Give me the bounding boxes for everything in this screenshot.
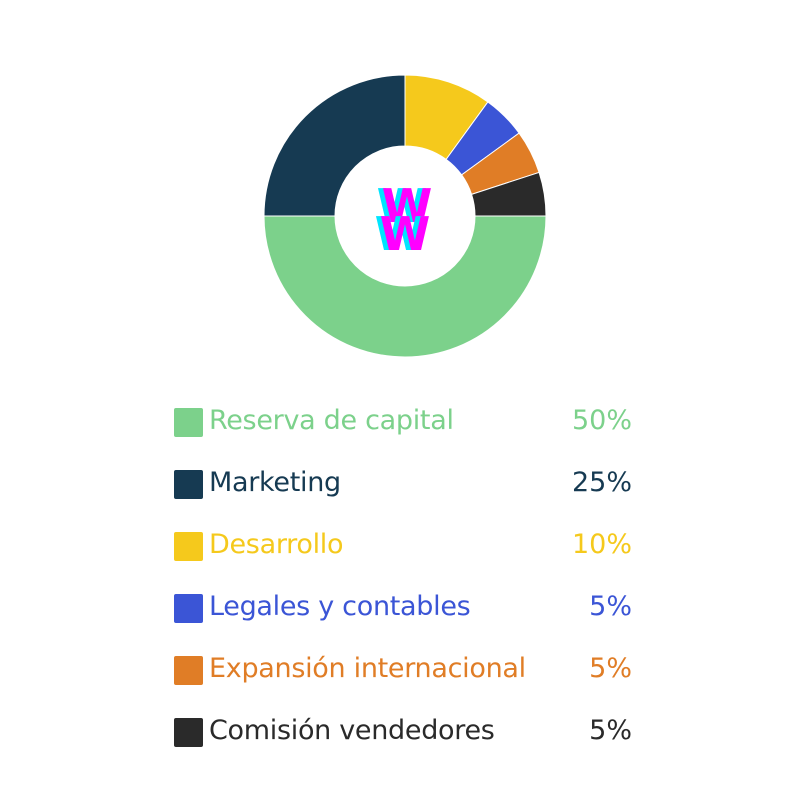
chart-legend: Reserva de capital 50% Marketing 25% Des… bbox=[174, 392, 634, 764]
legend-label: Desarrollo bbox=[209, 529, 344, 560]
legend-swatch bbox=[174, 594, 203, 623]
center-logo: W W W W bbox=[375, 179, 433, 261]
donut-chart: W W W W bbox=[263, 74, 547, 358]
legend-item: Comisión vendedores 5% bbox=[174, 702, 634, 764]
legend-item: Legales y contables 5% bbox=[174, 578, 634, 640]
legend-swatch bbox=[174, 656, 203, 685]
logo-letter-magenta-bottom: W bbox=[380, 207, 431, 261]
legend-label: Legales y contables bbox=[209, 591, 471, 622]
legend-label: Expansión internacional bbox=[209, 653, 526, 684]
legend-label: Marketing bbox=[209, 467, 341, 498]
legend-label: Reserva de capital bbox=[209, 405, 454, 436]
legend-value: 5% bbox=[589, 591, 632, 622]
legend-label: Comisión vendedores bbox=[209, 715, 495, 746]
legend-value: 10% bbox=[571, 529, 632, 560]
legend-swatch bbox=[174, 532, 203, 561]
legend-swatch bbox=[174, 408, 203, 437]
legend-item: Marketing 25% bbox=[174, 454, 634, 516]
legend-item: Expansión internacional 5% bbox=[174, 640, 634, 702]
legend-value: 5% bbox=[589, 715, 632, 746]
legend-value: 25% bbox=[571, 467, 632, 498]
legend-swatch bbox=[174, 718, 203, 747]
legend-value: 50% bbox=[571, 405, 632, 436]
legend-item: Desarrollo 10% bbox=[174, 516, 634, 578]
legend-value: 5% bbox=[589, 653, 632, 684]
legend-item: Reserva de capital 50% bbox=[174, 392, 634, 454]
legend-swatch bbox=[174, 470, 203, 499]
